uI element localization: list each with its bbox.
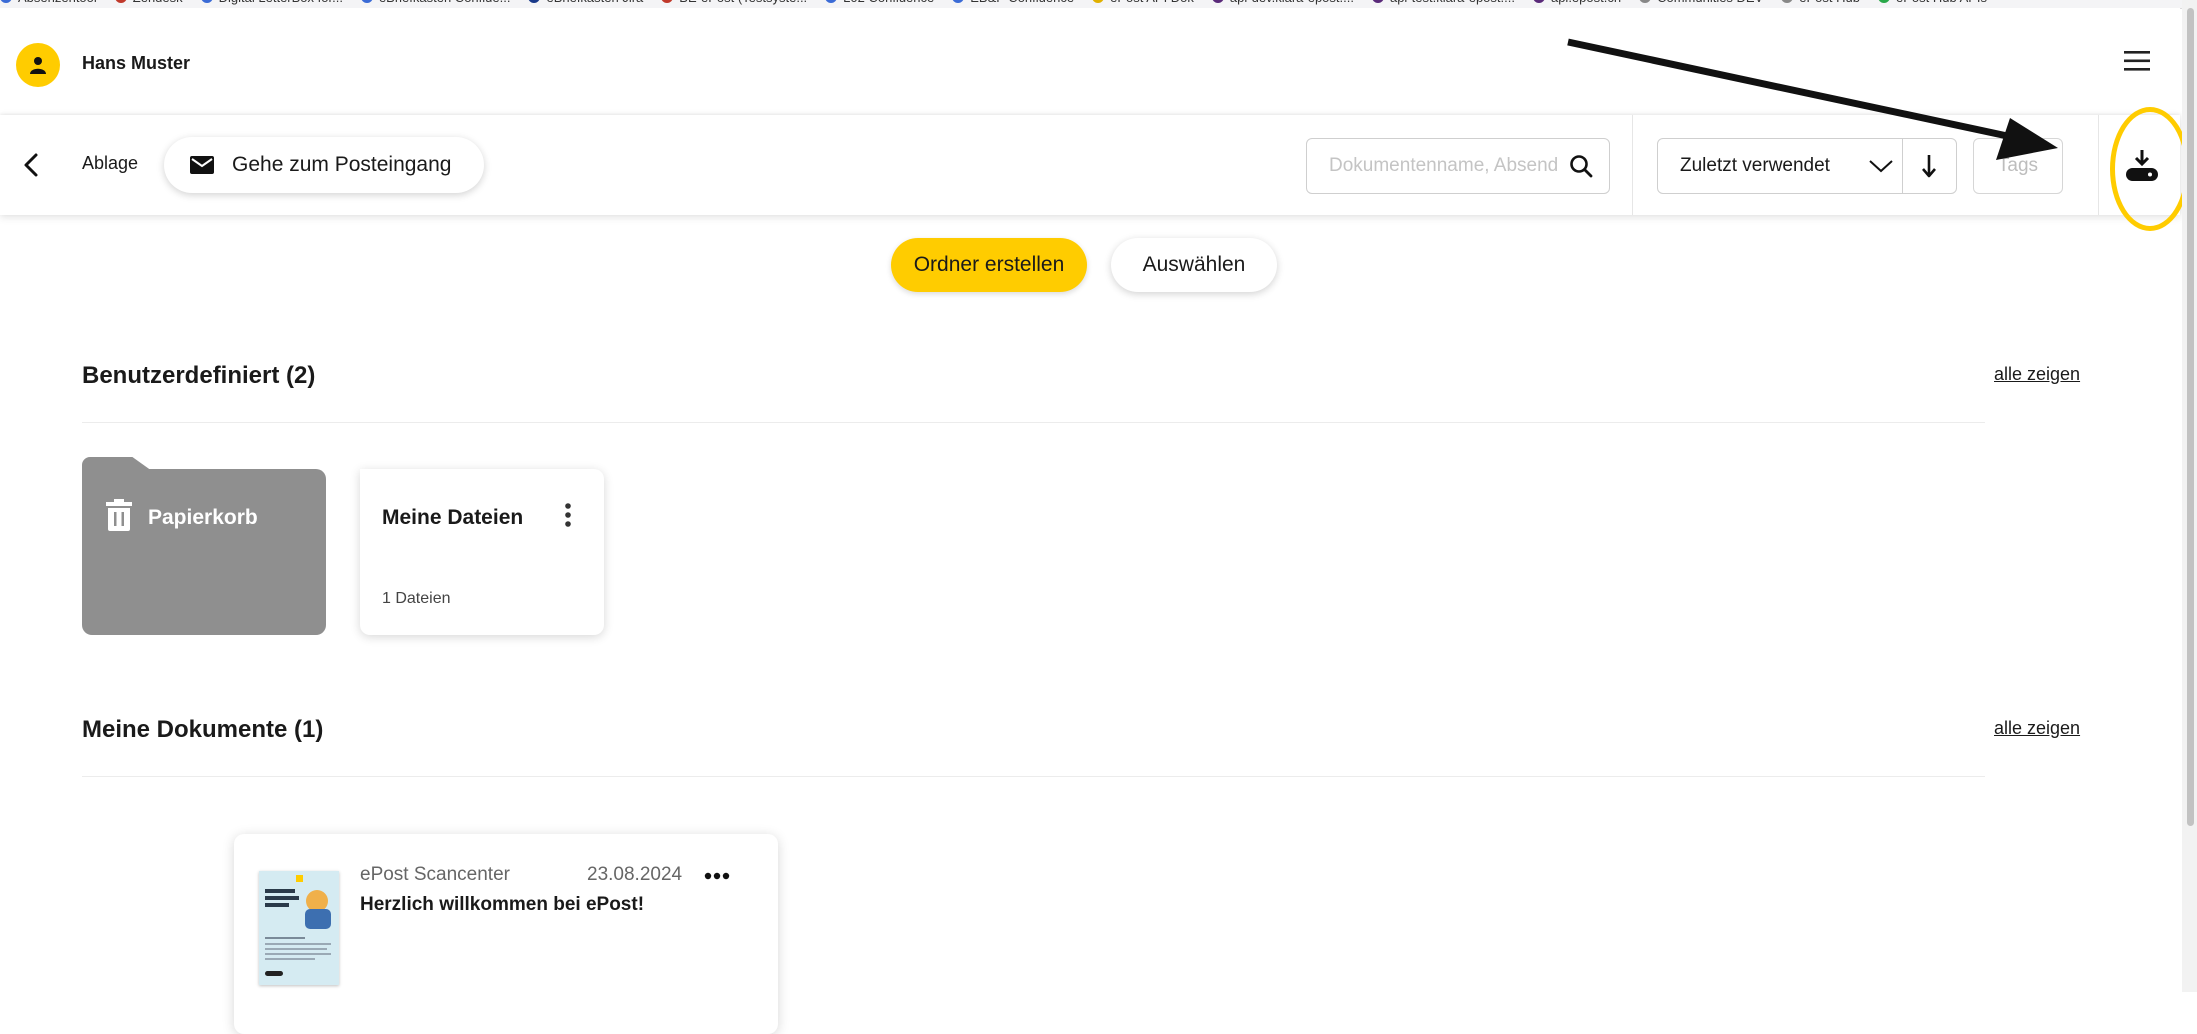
section-divider bbox=[82, 776, 1985, 777]
custom-section-title: Benutzerdefiniert (2) bbox=[82, 362, 316, 389]
trash-icon bbox=[106, 499, 132, 531]
create-folder-button[interactable]: Ordner erstellen bbox=[891, 238, 1087, 292]
section-divider bbox=[82, 422, 1985, 423]
documents-show-all-link[interactable]: alle zeigen bbox=[1994, 718, 2080, 739]
document-date: 23.08.2024 bbox=[587, 864, 683, 885]
folder-file-count: 1 Dateien bbox=[382, 590, 451, 607]
custom-show-all-link[interactable]: alle zeigen bbox=[1994, 364, 2080, 385]
document-thumbnail bbox=[259, 871, 339, 985]
documents-section-title: Meine Dokumente (1) bbox=[82, 716, 324, 743]
more-vertical-icon[interactable] bbox=[562, 502, 574, 528]
folder-my-files[interactable] bbox=[360, 469, 604, 635]
document-sender: ePost Scancenter bbox=[360, 864, 510, 885]
more-horizontal-icon[interactable] bbox=[704, 872, 730, 880]
document-title: Herzlich willkommen bei ePost! bbox=[360, 894, 645, 915]
annotation-arrow bbox=[1567, 38, 2058, 160]
annotation-circle bbox=[2110, 107, 2190, 231]
scrollbar-thumb[interactable] bbox=[2187, 8, 2194, 826]
folder-trash[interactable] bbox=[82, 469, 326, 635]
folder-name: Meine Dateien bbox=[382, 506, 524, 529]
folder-name: Papierkorb bbox=[148, 506, 258, 529]
select-button[interactable]: Auswählen bbox=[1111, 238, 1277, 292]
